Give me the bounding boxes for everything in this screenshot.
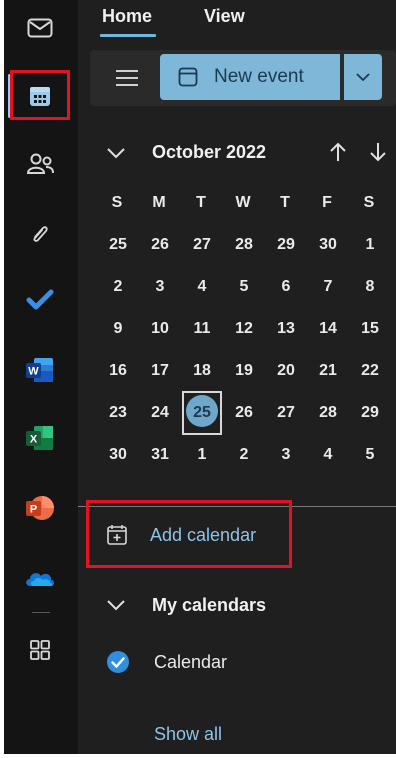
powerpoint-letter: P [30, 504, 37, 516]
collapse-chevron-icon[interactable] [106, 142, 126, 164]
calendar-day[interactable]: 31 [145, 442, 175, 468]
calendar-day[interactable]: 30 [313, 232, 343, 258]
new-event-button[interactable]: New event [160, 54, 340, 100]
calendar-day[interactable]: 29 [355, 400, 385, 426]
word-app-button[interactable]: W [18, 348, 62, 392]
excel-letter: X [30, 434, 38, 446]
day-of-week-header: M [152, 194, 166, 211]
tab-home[interactable]: Home [102, 6, 152, 27]
highlight-box-calendar [10, 70, 70, 120]
calendar-day[interactable]: 23 [103, 400, 133, 426]
my-calendars-group-header[interactable]: My calendars [106, 594, 266, 616]
calendar-day[interactable]: 4 [313, 442, 343, 468]
calendar-day[interactable]: 10 [145, 316, 175, 342]
calendar-day[interactable]: 19 [229, 358, 259, 384]
tab-home-underline [100, 34, 156, 37]
checked-circle-icon[interactable] [106, 650, 130, 674]
hamburger-menu-icon[interactable] [116, 70, 138, 86]
excel-app-button[interactable]: X [18, 416, 62, 460]
calendar-day[interactable]: 12 [229, 316, 259, 342]
powerpoint-app-button[interactable]: P [18, 486, 62, 530]
calendar-day[interactable]: 20 [271, 358, 301, 384]
tab-view[interactable]: View [204, 6, 245, 27]
people-icon [26, 153, 54, 174]
ribbon-toolbar: New event [90, 50, 396, 106]
day-of-week-header: W [235, 194, 251, 211]
calendar-day[interactable]: 2 [103, 274, 133, 300]
calendar-day[interactable]: 1 [355, 232, 385, 258]
calendar-day[interactable]: 13 [271, 316, 301, 342]
day-of-week-header: T [280, 194, 290, 211]
calendar-day[interactable]: 3 [271, 442, 301, 468]
calendar-outline-icon [178, 67, 198, 87]
calendar-day[interactable]: 1 [187, 442, 217, 468]
calendar-side-pane: Home View New event October 2022 S M T W… [78, 0, 396, 754]
calendar-day[interactable]: 9 [103, 316, 133, 342]
day-of-week-header: S [111, 194, 123, 211]
calendar-day[interactable]: 4 [187, 274, 217, 300]
mini-calendar-header: October 2022 [78, 140, 396, 168]
calendar-list-item[interactable]: Calendar [106, 650, 227, 674]
files-app-button[interactable] [18, 212, 62, 256]
day-of-week-header: F [322, 194, 332, 211]
my-calendars-label: My calendars [152, 594, 267, 615]
app-nav-rail: W X P [4, 0, 78, 754]
calendar-day-today[interactable]: 25 [187, 400, 217, 426]
calendar-day[interactable]: 15 [355, 316, 385, 342]
calendar-day[interactable]: 28 [313, 400, 343, 426]
calendar-day[interactable]: 21 [313, 358, 343, 384]
calendar-day[interactable]: 6 [271, 274, 301, 300]
apps-icon [30, 640, 50, 660]
calendar-day[interactable]: 2 [229, 442, 259, 468]
chevron-down-icon [356, 73, 370, 82]
rail-separator [32, 612, 50, 613]
day-of-week-header: S [363, 194, 375, 211]
onedrive-app-button[interactable] [18, 556, 62, 600]
calendar-day[interactable]: 8 [355, 274, 385, 300]
day-of-week-header: T [196, 194, 206, 211]
calendar-day[interactable]: 11 [187, 316, 217, 342]
outlook-calendar-window: W X P Home View New event October 2022 S… [4, 0, 396, 754]
new-event-label: New event [214, 66, 304, 87]
highlight-box-add-calendar [86, 500, 292, 568]
todo-check-icon [26, 289, 54, 310]
calendar-day[interactable]: 26 [229, 400, 259, 426]
show-all-link[interactable]: Show all [154, 724, 222, 745]
calendar-day[interactable]: 18 [187, 358, 217, 384]
people-app-button[interactable] [18, 142, 62, 186]
calendar-day[interactable]: 26 [145, 232, 175, 258]
mail-icon [27, 18, 53, 38]
calendar-day[interactable]: 27 [271, 400, 301, 426]
calendar-day[interactable]: 3 [145, 274, 175, 300]
calendar-day[interactable]: 16 [103, 358, 133, 384]
new-event-dropdown-button[interactable] [344, 54, 382, 100]
chevron-down-icon [107, 600, 125, 611]
calendar-day[interactable]: 28 [229, 232, 259, 258]
calendar-day[interactable]: 30 [103, 442, 133, 468]
calendar-day[interactable]: 25 [103, 232, 133, 258]
calendar-day[interactable]: 5 [355, 442, 385, 468]
paperclip-icon [33, 226, 48, 242]
previous-month-arrow-icon[interactable] [328, 140, 348, 164]
todo-app-button[interactable] [18, 278, 62, 322]
calendar-day[interactable]: 7 [313, 274, 343, 300]
calendar-day[interactable]: 17 [145, 358, 175, 384]
excel-icon: X [26, 426, 53, 450]
calendar-day[interactable]: 24 [145, 400, 175, 426]
mail-app-button[interactable] [18, 6, 62, 50]
more-apps-button[interactable] [18, 628, 62, 672]
word-icon: W [26, 358, 53, 382]
calendar-day[interactable]: 29 [271, 232, 301, 258]
word-letter: W [28, 366, 39, 378]
powerpoint-icon: P [26, 496, 54, 520]
calendar-day[interactable]: 5 [229, 274, 259, 300]
onedrive-cloud-icon [26, 573, 54, 586]
calendar-day[interactable]: 22 [355, 358, 385, 384]
calendar-item-label: Calendar [154, 651, 228, 672]
month-title[interactable]: October 2022 [152, 142, 266, 163]
next-month-arrow-icon[interactable] [368, 140, 388, 164]
calendar-day[interactable]: 14 [313, 316, 343, 342]
calendar-day[interactable]: 27 [187, 232, 217, 258]
